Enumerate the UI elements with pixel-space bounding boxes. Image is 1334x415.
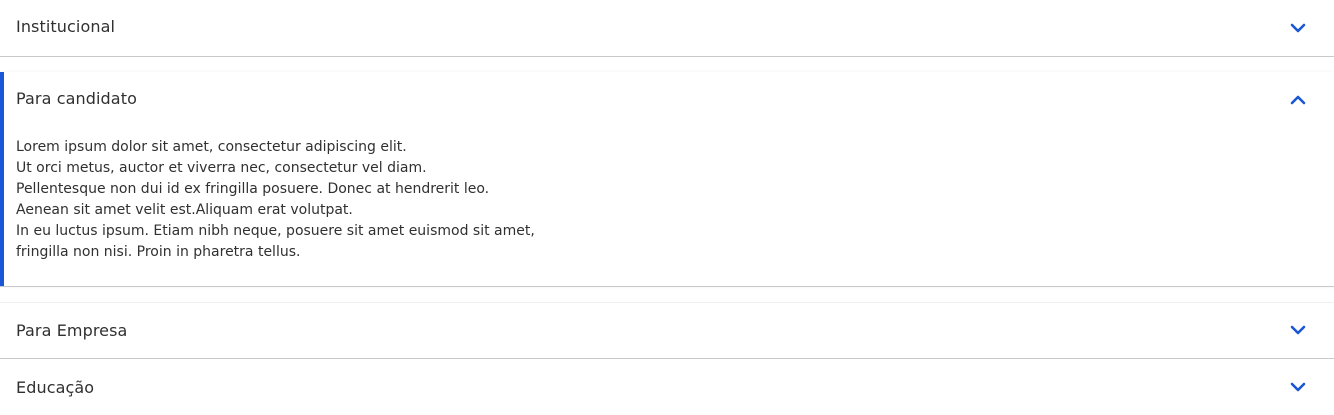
chevron-up-icon[interactable] — [1287, 89, 1309, 111]
accordion-title: Institucional — [16, 17, 116, 36]
panel-text-line: Lorem ipsum dolor sit amet, consectetur … — [16, 139, 407, 155]
accordion-title: Educação — [16, 378, 95, 397]
accordion-item-para-candidato: Para candidato Lorem ipsum dolor sit ame… — [0, 72, 1334, 287]
accordion-title: Para Empresa — [16, 321, 128, 340]
panel-text-line: In eu luctus ipsum. Etiam nibh neque, po… — [16, 223, 535, 239]
accordion-title: Para candidato — [16, 89, 137, 108]
panel-text-line: Aenean sit amet velit est.Aliquam erat v… — [16, 202, 353, 218]
divider — [0, 56, 1334, 57]
panel-text-line: fringilla non nisi. Proin in pharetra te… — [16, 244, 301, 260]
accordion-item-institucional: Institucional — [0, 0, 1334, 57]
accordion-header-para-empresa[interactable]: Para Empresa — [0, 302, 1334, 358]
accordion-item-educacao: Educação — [0, 359, 1334, 415]
accordion-header-para-candidato[interactable]: Para candidato — [4, 72, 1334, 128]
chevron-down-icon[interactable] — [1287, 17, 1309, 39]
accordion-header-institucional[interactable]: Institucional — [0, 0, 1334, 56]
accordion-header-educacao[interactable]: Educação — [0, 359, 1334, 415]
chevron-down-icon[interactable] — [1287, 319, 1309, 341]
accordion-panel-body: Lorem ipsum dolor sit amet, consectetur … — [16, 137, 535, 263]
divider — [0, 286, 1334, 287]
accordion-item-para-empresa: Para Empresa — [0, 302, 1334, 359]
panel-text-line: Ut orci metus, auctor et viverra nec, co… — [16, 160, 427, 176]
panel-text-line: Pellentesque non dui id ex fringilla pos… — [16, 181, 490, 197]
accordion: Institucional Para candidato Lorem ipsum… — [0, 0, 1334, 415]
chevron-down-icon[interactable] — [1287, 376, 1309, 398]
